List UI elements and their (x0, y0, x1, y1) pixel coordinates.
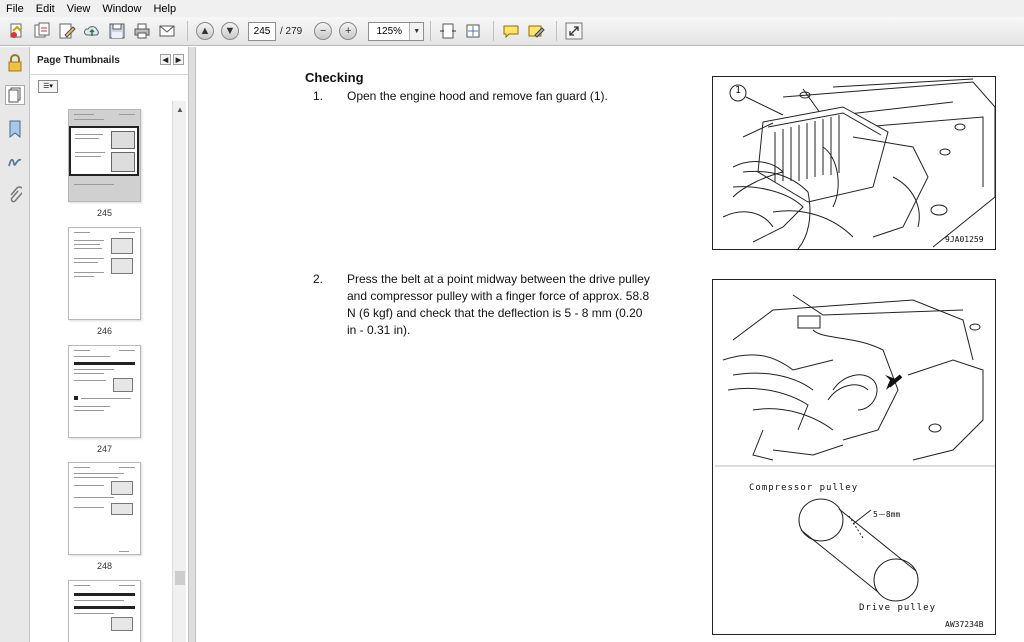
step-text-line: N (6 kgf) and check that the deflection … (347, 306, 643, 320)
page-number-input[interactable] (248, 21, 276, 41)
collapse-panel-icon[interactable]: ◀ (160, 54, 171, 65)
thumbnail-page-248[interactable] (68, 462, 141, 555)
scroll-up-icon[interactable]: ▲ (176, 105, 184, 114)
comment-icon (503, 25, 519, 39)
menu-bar: File Edit View Window Help (0, 0, 1024, 17)
toolbar-separator (493, 21, 495, 41)
scrollbar-thumb[interactable] (175, 571, 185, 585)
menu-file[interactable]: File (0, 3, 30, 15)
belt-tension-illustration (715, 294, 995, 602)
menu-help[interactable]: Help (147, 3, 182, 15)
menu-window[interactable]: Window (96, 3, 147, 15)
section-heading: Checking (305, 70, 364, 85)
panel-menu-icon[interactable]: ▶ (173, 54, 184, 65)
step-text: Open the engine hood and remove fan guar… (347, 89, 608, 103)
lock-icon[interactable] (5, 53, 25, 73)
zoom-in-button[interactable]: + (337, 20, 359, 42)
print-icon[interactable] (131, 20, 153, 42)
navigation-rail (0, 47, 30, 642)
thumbnail-label: 248 (96, 561, 113, 571)
engine-fan-guard-illustration (722, 78, 995, 249)
thumbnail-page-246[interactable] (68, 227, 141, 320)
drive-pulley-label: Drive pulley (859, 603, 937, 613)
thumbnails-scrollbar[interactable]: ▲ (172, 101, 186, 642)
step-2: 2. Press the belt at a point midway betw… (313, 271, 713, 341)
step-number: 2. (313, 272, 324, 286)
toolbar: ▲ ▼ / 279 − + ▼ (0, 17, 1024, 46)
page-thumbnails-icon[interactable] (5, 85, 25, 105)
save-icon[interactable] (106, 20, 128, 42)
deflection-label: 5－8mm (873, 510, 901, 519)
figure-code: 9JA01259 (945, 235, 984, 244)
expand-button[interactable] (563, 20, 585, 42)
panel-splitter[interactable] (188, 47, 196, 642)
options-menu-icon[interactable]: ☰▾ (38, 79, 58, 93)
step-text-line: Press the belt at a point midway between… (347, 272, 650, 286)
thumbnail-page-247[interactable] (68, 345, 141, 438)
document-view: Checking 1. Open the engine hood and rem… (196, 47, 1024, 642)
step-number: 1. (313, 89, 324, 103)
figure-belt-deflection: Compressor pulley 5－8mm Drive pulley AW3… (712, 279, 996, 635)
panel-nav: ◀ ▶ (160, 54, 184, 65)
arrow-down-icon: ▼ (221, 22, 239, 40)
next-page-button[interactable]: ▼ (219, 20, 241, 42)
thumbnail-page-245[interactable] (68, 109, 141, 202)
zoom-out-button[interactable]: − (312, 20, 334, 42)
step-text-line: and compressor pulley with a finger forc… (347, 289, 650, 303)
thumbnail-label: 246 (96, 326, 113, 336)
attachment-icon[interactable] (5, 185, 25, 205)
thumbnails-panel-header: Page Thumbnails ◀ ▶ (30, 47, 188, 75)
thumbnail-page-249[interactable] (68, 580, 141, 642)
minus-icon: − (314, 22, 333, 40)
thumbnail-label: 247 (96, 444, 113, 454)
menu-edit[interactable]: Edit (30, 3, 61, 15)
panel-title: Page Thumbnails (37, 55, 120, 66)
fit-page-icon (466, 24, 480, 38)
combine-files-icon[interactable] (31, 20, 53, 42)
bookmark-icon[interactable] (5, 119, 25, 139)
fit-width-icon (440, 23, 457, 39)
figure-callout-label: 1 (735, 85, 743, 96)
step-text-line: in - 0.31 in). (347, 323, 411, 337)
highlight-icon (528, 25, 545, 38)
expand-icon (565, 22, 583, 40)
fit-page-button[interactable] (437, 20, 459, 42)
toolbar-separator (187, 21, 188, 41)
figure-code: AW37234B (945, 620, 984, 629)
previous-page-button[interactable]: ▲ (194, 20, 216, 42)
toolbar-separator (556, 21, 558, 41)
thumbnail-options: ☰▾ (30, 75, 188, 97)
thumbnail-label: 245 (96, 208, 113, 218)
full-page-button[interactable] (462, 20, 484, 42)
page-total-label: / 279 (280, 25, 303, 37)
plus-icon: + (339, 22, 358, 40)
arrow-up-icon: ▲ (196, 22, 214, 40)
toolbar-separator (430, 21, 432, 41)
highlight-button[interactable] (525, 20, 547, 42)
zoom-value-input[interactable] (369, 22, 410, 40)
email-icon[interactable] (156, 20, 178, 42)
edit-document-icon[interactable] (56, 20, 78, 42)
zoom-select[interactable]: ▼ (368, 21, 425, 41)
thumbnail-viewport (69, 126, 139, 176)
step-1: 1. Open the engine hood and remove fan g… (313, 88, 713, 108)
thumbnails-panel: Page Thumbnails ◀ ▶ ☰▾ 245 246 247 248 ▲ (30, 47, 188, 642)
figure-fan-guard: 1 9JA01259 (712, 76, 996, 250)
comment-button[interactable] (500, 20, 522, 42)
create-pdf-icon[interactable] (6, 20, 28, 42)
menu-view[interactable]: View (61, 3, 97, 15)
upload-cloud-icon[interactable] (81, 20, 103, 42)
signatures-icon[interactable] (5, 151, 25, 171)
compressor-pulley-label: Compressor pulley (749, 483, 859, 493)
chevron-down-icon[interactable]: ▼ (409, 22, 424, 40)
